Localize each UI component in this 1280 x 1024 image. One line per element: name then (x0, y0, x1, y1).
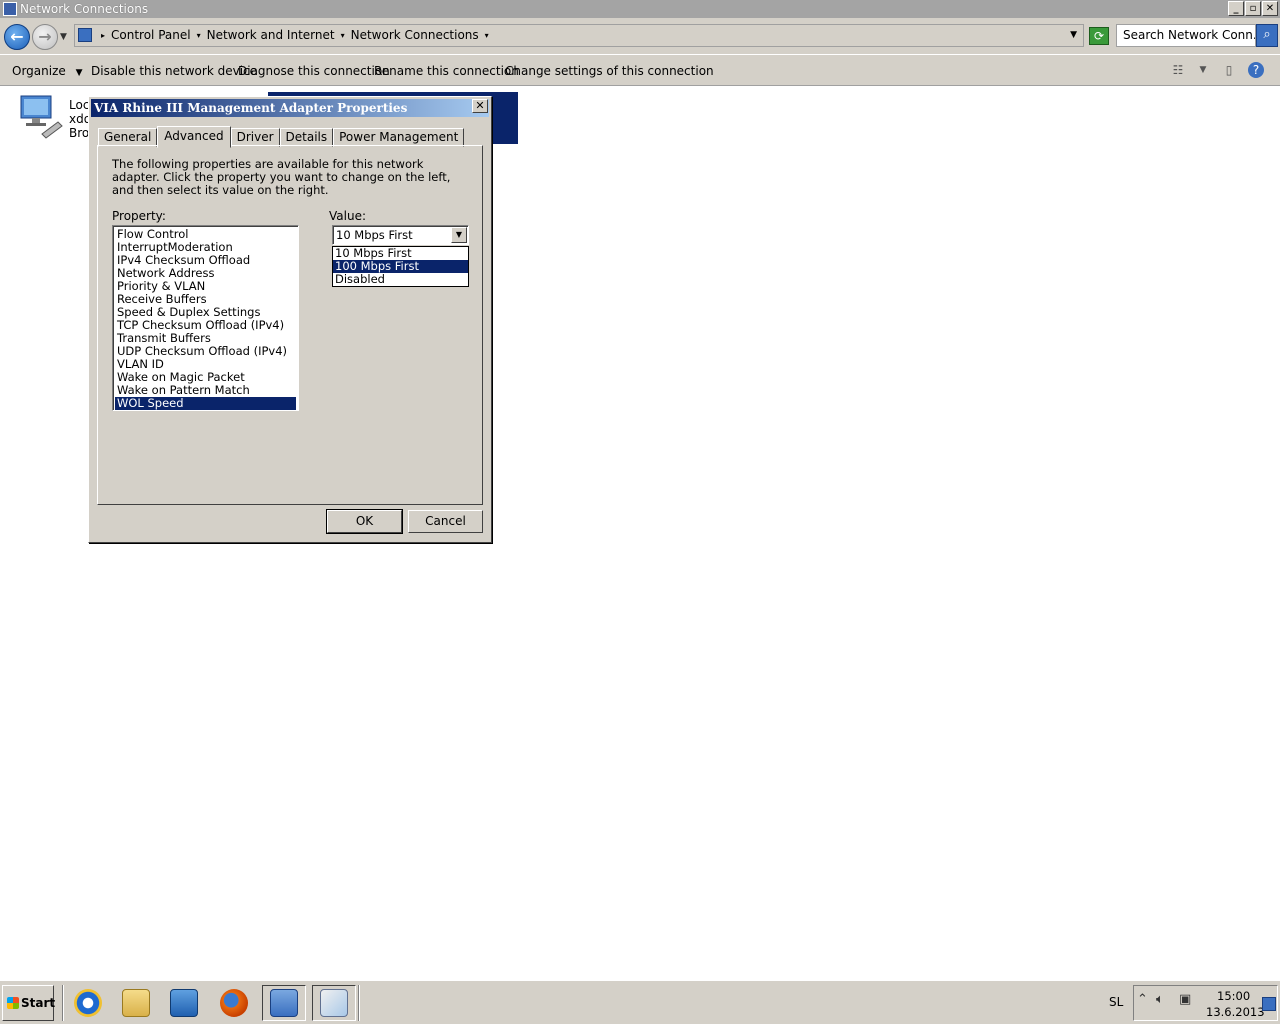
taskbar-divider (358, 985, 360, 1021)
chevron-down-icon[interactable]: ▼ (1194, 62, 1212, 78)
address-field[interactable]: ▸ Control Panel ▾ Network and Internet ▾… (74, 24, 1084, 47)
properties-dialog-task[interactable] (312, 985, 356, 1021)
breadcrumb: ▸ Control Panel ▾ Network and Internet ▾… (99, 25, 491, 46)
window-title: Network Connections (20, 2, 149, 16)
start-label: Start (21, 996, 56, 1010)
dialog-close-button[interactable]: ✕ (472, 99, 488, 113)
show-hidden-icons-icon[interactable]: ⌃ (1137, 992, 1148, 1007)
maximize-button[interactable]: ▫ (1245, 1, 1261, 16)
advanced-tab-panel: The following properties are available f… (97, 145, 483, 505)
firefox-glyph (220, 989, 248, 1017)
diagnose-connection-button[interactable]: Diagnose this connection (238, 64, 390, 78)
network-connections-icon (3, 2, 17, 16)
dialog-tabs: General Advanced Driver Details Power Ma… (98, 126, 465, 148)
volume-icon[interactable]: 🔈︎ (1156, 992, 1164, 1007)
taskbar: Start SL ⌃ 🔈︎ ▣ 15:00 13.6.2013 (0, 980, 1280, 1024)
breadcrumb-control-panel[interactable]: Control Panel (107, 25, 195, 46)
property-list[interactable]: Flow Control InterruptModeration IPv4 Ch… (112, 225, 299, 411)
cancel-button[interactable]: Cancel (408, 510, 483, 533)
back-arrow-icon[interactable]: ← (4, 24, 30, 50)
chevron-down-icon[interactable]: ▾ (339, 25, 347, 46)
address-dropdown-icon[interactable]: ▼ (1070, 25, 1077, 46)
chevron-down-icon[interactable]: ▾ (483, 25, 491, 46)
control-panel-icon (78, 28, 92, 42)
explorer-folder-icon[interactable] (114, 985, 158, 1021)
view-options-icon[interactable]: ☷ (1169, 62, 1187, 78)
help-icon[interactable]: ? (1248, 62, 1264, 78)
disable-device-button[interactable]: Disable this network device (91, 64, 257, 78)
clock-time[interactable]: 15:00 (1217, 989, 1250, 1003)
rename-connection-button[interactable]: Rename this connection (374, 64, 519, 78)
document-glyph (320, 989, 348, 1017)
dropdown-option[interactable]: Disabled (333, 273, 468, 286)
chevron-down-icon[interactable]: ▾ (195, 25, 203, 46)
chevron-right-icon[interactable]: ▸ (99, 25, 107, 46)
firefox-icon[interactable] (212, 985, 256, 1021)
ok-button[interactable]: OK (327, 510, 402, 533)
ie-glyph (74, 989, 102, 1017)
language-indicator[interactable]: SL (1109, 995, 1123, 1009)
property-label: Property: (112, 209, 166, 223)
windows-logo-icon (7, 997, 19, 1009)
show-desktop-icon[interactable] (1262, 997, 1276, 1011)
preview-pane-icon[interactable]: ▯ (1220, 62, 1238, 78)
refresh-icon[interactable]: ⟳ (1089, 27, 1109, 45)
organize-menu[interactable]: Organize ▼ (12, 64, 83, 78)
network-tray-icon[interactable]: ▣ (1179, 992, 1191, 1007)
forward-arrow-icon[interactable]: → (32, 24, 58, 50)
start-button[interactable]: Start (2, 985, 56, 1021)
internet-explorer-icon[interactable] (66, 985, 110, 1021)
list-item-selected[interactable]: WOL Speed (115, 397, 296, 410)
chevron-down-icon: ▼ (75, 68, 83, 78)
taskbar-divider (62, 985, 64, 1021)
dialog-title: VIA Rhine III Management Adapter Propert… (91, 99, 489, 117)
media-player-icon[interactable] (162, 985, 206, 1021)
breadcrumb-network-and-internet[interactable]: Network and Internet (203, 25, 339, 46)
search-icon[interactable]: ⌕ (1256, 24, 1278, 47)
minimize-button[interactable]: _ (1228, 1, 1244, 16)
folder-glyph (122, 989, 150, 1017)
recent-pages-chevron-icon[interactable]: ▼ (60, 32, 67, 42)
media-glyph (170, 989, 198, 1017)
clock-date[interactable]: 13.6.2013 (1206, 1005, 1265, 1019)
chevron-down-icon[interactable]: ▼ (451, 227, 467, 243)
command-bar: Organize ▼ Disable this network device D… (0, 54, 1280, 86)
breadcrumb-network-connections[interactable]: Network Connections (347, 25, 483, 46)
value-selected: 10 Mbps First (336, 228, 413, 242)
search-input[interactable]: Search Network Conn... (1116, 24, 1256, 47)
value-dropdown[interactable]: 10 Mbps First ▼ (332, 225, 469, 245)
value-dropdown-list: 10 Mbps First 100 Mbps First Disabled (332, 246, 469, 287)
tab-advanced[interactable]: Advanced (157, 126, 231, 148)
adapter-properties-dialog: VIA Rhine III Management Adapter Propert… (88, 96, 492, 543)
change-settings-button[interactable]: Change settings of this connection (505, 64, 714, 78)
network-adapter-icon[interactable] (18, 94, 64, 140)
organize-label: Organize (12, 64, 66, 78)
close-button[interactable]: ✕ (1262, 1, 1278, 16)
address-bar: ← → ▼ ▸ Control Panel ▾ Network and Inte… (0, 18, 1280, 54)
window-titlebar: Network Connections _ ▫ ✕ (0, 0, 1280, 18)
advanced-description: The following properties are available f… (112, 157, 451, 197)
network-connections-task[interactable] (262, 985, 306, 1021)
value-label: Value: (329, 209, 366, 223)
network-glyph (270, 989, 298, 1017)
